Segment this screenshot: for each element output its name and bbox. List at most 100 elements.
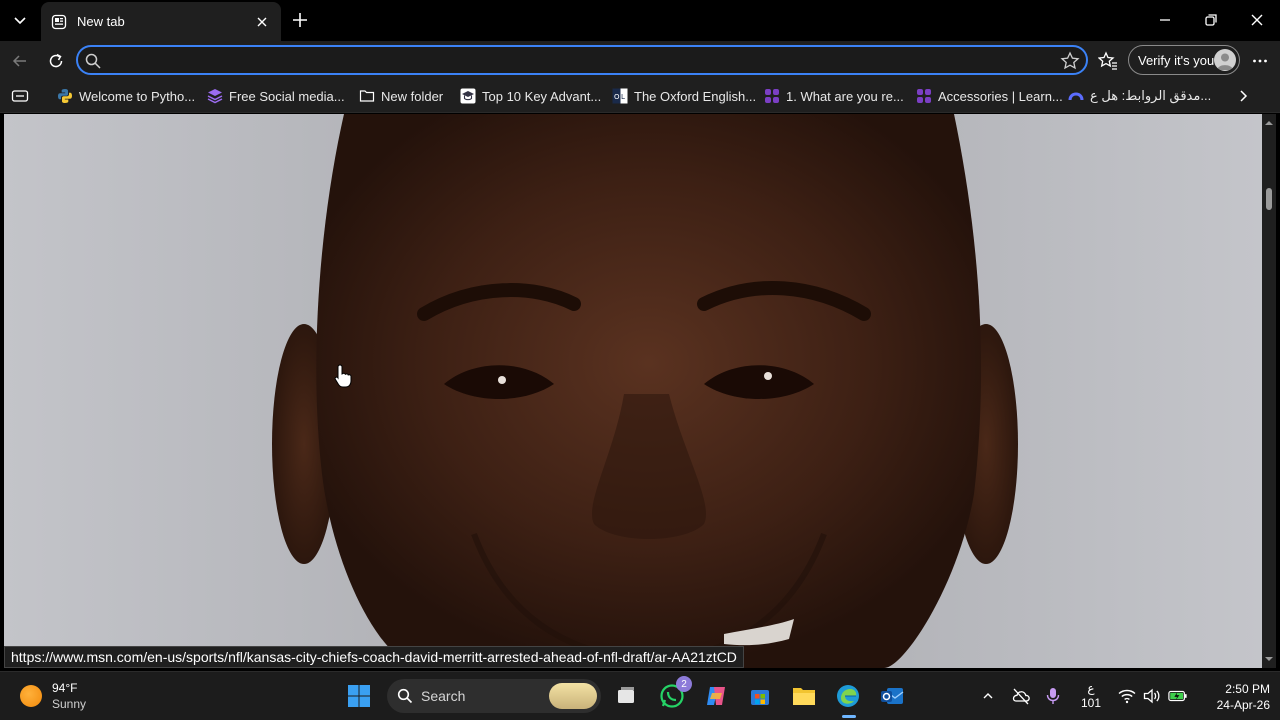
file-explorer-app[interactable] [788, 680, 820, 712]
tab-actions-menu-button[interactable] [6, 6, 34, 34]
language-script: ع [1087, 681, 1095, 695]
plus-icon [293, 13, 307, 27]
refresh-icon [49, 53, 63, 68]
weather-condition: Sunny [52, 697, 87, 711]
favorite-item-6[interactable]: Accessories | Learn... [916, 87, 1063, 105]
restore-button[interactable] [1196, 6, 1226, 34]
edge-icon [837, 685, 859, 707]
notification-badge: 2 [676, 676, 692, 692]
favorite-label: Top 10 Key Advant... [482, 88, 602, 104]
search-highlight-image [549, 683, 597, 709]
close-icon [1251, 14, 1263, 26]
minimize-button[interactable] [1150, 6, 1180, 34]
arrow-left-icon [12, 55, 26, 67]
tab-close-button[interactable] [253, 13, 271, 31]
portrait-photo [272, 114, 1018, 668]
wifi-icon [1118, 689, 1136, 704]
microsoft-store-app[interactable] [744, 680, 776, 712]
favorites-list-icon [1098, 51, 1117, 70]
battery-charging-icon [1168, 690, 1187, 702]
scroll-up-arrow-icon[interactable] [1264, 118, 1274, 128]
outlook-app[interactable] [876, 680, 908, 712]
favorite-label: New folder [381, 88, 444, 104]
weather-widget[interactable]: 94°F Sunny [20, 680, 86, 712]
scrollbar-thumb[interactable] [1266, 188, 1272, 210]
layers-icon [207, 89, 223, 104]
windows-taskbar: 94°F Sunny Search 2 ع 101 2:50 PM 24-Apr… [0, 671, 1280, 720]
store-icon [751, 690, 769, 705]
new-tab-button[interactable] [288, 8, 312, 32]
favorites-button[interactable] [1095, 48, 1121, 74]
profile-button[interactable]: Verify it's you [1128, 45, 1240, 75]
whatsapp-app[interactable]: 2 [656, 676, 692, 712]
microphone-status[interactable] [1043, 686, 1063, 706]
copilot-icon [707, 687, 725, 705]
more-horizontal-icon [1253, 59, 1267, 63]
favorite-item-5[interactable]: 1. What are you re... [764, 87, 904, 105]
favorite-item-7[interactable]: مدقق الروابط: هل ع... [1068, 87, 1211, 105]
graduation-cap-icon [460, 88, 476, 104]
volume-status[interactable] [1142, 686, 1162, 706]
favorite-label: مدقق الروابط: هل ع... [1090, 88, 1212, 103]
taskbar-search[interactable]: Search [387, 679, 601, 713]
vertical-scrollbar[interactable] [1262, 114, 1276, 668]
search-icon [397, 688, 413, 704]
chevron-right-icon [1240, 90, 1248, 102]
person-icon [1217, 53, 1233, 70]
tab-strip: New tab [0, 0, 1280, 41]
favorite-item-4[interactable]: OL The Oxford English... [612, 87, 756, 105]
folder-icon [359, 90, 375, 102]
favorite-item-2[interactable]: New folder [359, 87, 443, 105]
active-app-indicator [842, 715, 856, 718]
new-tab-page-icon [51, 14, 67, 29]
favorite-star-icon[interactable] [1060, 51, 1080, 71]
refresh-button[interactable] [43, 48, 69, 74]
favorite-label: Welcome to Pytho... [79, 88, 196, 104]
outlook-icon [881, 688, 904, 704]
scroll-down-arrow-icon[interactable] [1264, 654, 1274, 664]
address-input[interactable] [108, 50, 1048, 72]
collections-button[interactable] [11, 87, 29, 105]
clock-time: 2:50 PM [1225, 682, 1270, 696]
speaker-icon [1143, 688, 1160, 704]
favorite-label: Free Social media... [229, 88, 345, 104]
wifi-status[interactable] [1117, 686, 1137, 706]
favorite-label: Accessories | Learn... [938, 88, 1063, 104]
system-clock[interactable]: 2:50 PM 24-Apr-26 [1196, 681, 1270, 713]
svg-text:L: L [621, 93, 625, 101]
task-view-button[interactable] [610, 680, 642, 712]
taskbar-search-label: Search [421, 688, 466, 704]
browser-toolbar: Verify it's you [0, 41, 1280, 79]
collections-icon [11, 90, 29, 102]
chevron-up-icon [983, 693, 993, 699]
close-icon [257, 17, 267, 26]
start-button[interactable] [343, 680, 375, 712]
close-window-button[interactable] [1242, 6, 1272, 34]
grid-icon [765, 89, 779, 103]
tab-new-tab[interactable]: New tab [41, 2, 281, 41]
favorites-overflow-button[interactable] [1236, 87, 1250, 105]
favorite-item-3[interactable]: Top 10 Key Advant... [460, 87, 601, 105]
microphone-icon [1046, 688, 1060, 704]
favorite-item-0[interactable]: Welcome to Pytho... [57, 87, 195, 105]
page-content[interactable] [4, 114, 1262, 668]
search-icon [85, 53, 101, 69]
task-view-icon [618, 687, 634, 703]
grid-icon [917, 89, 931, 103]
address-bar[interactable] [76, 45, 1088, 75]
edge-app[interactable] [832, 680, 864, 712]
tab-title: New tab [77, 14, 125, 29]
favorite-item-1[interactable]: Free Social media... [207, 87, 345, 105]
back-button[interactable] [7, 48, 33, 74]
battery-status[interactable] [1168, 686, 1188, 706]
hand-cursor-icon [334, 364, 352, 388]
copilot-app[interactable] [700, 680, 732, 712]
show-hidden-icons-button[interactable] [978, 686, 998, 706]
favorite-label: 1. What are you re... [786, 88, 904, 104]
onedrive-status[interactable] [1011, 686, 1031, 706]
input-language-indicator[interactable]: ع 101 [1078, 681, 1104, 711]
settings-more-button[interactable] [1247, 48, 1273, 74]
svg-text:O: O [614, 93, 620, 101]
cloud-off-icon [1012, 688, 1030, 705]
windows-logo-icon [348, 685, 370, 707]
